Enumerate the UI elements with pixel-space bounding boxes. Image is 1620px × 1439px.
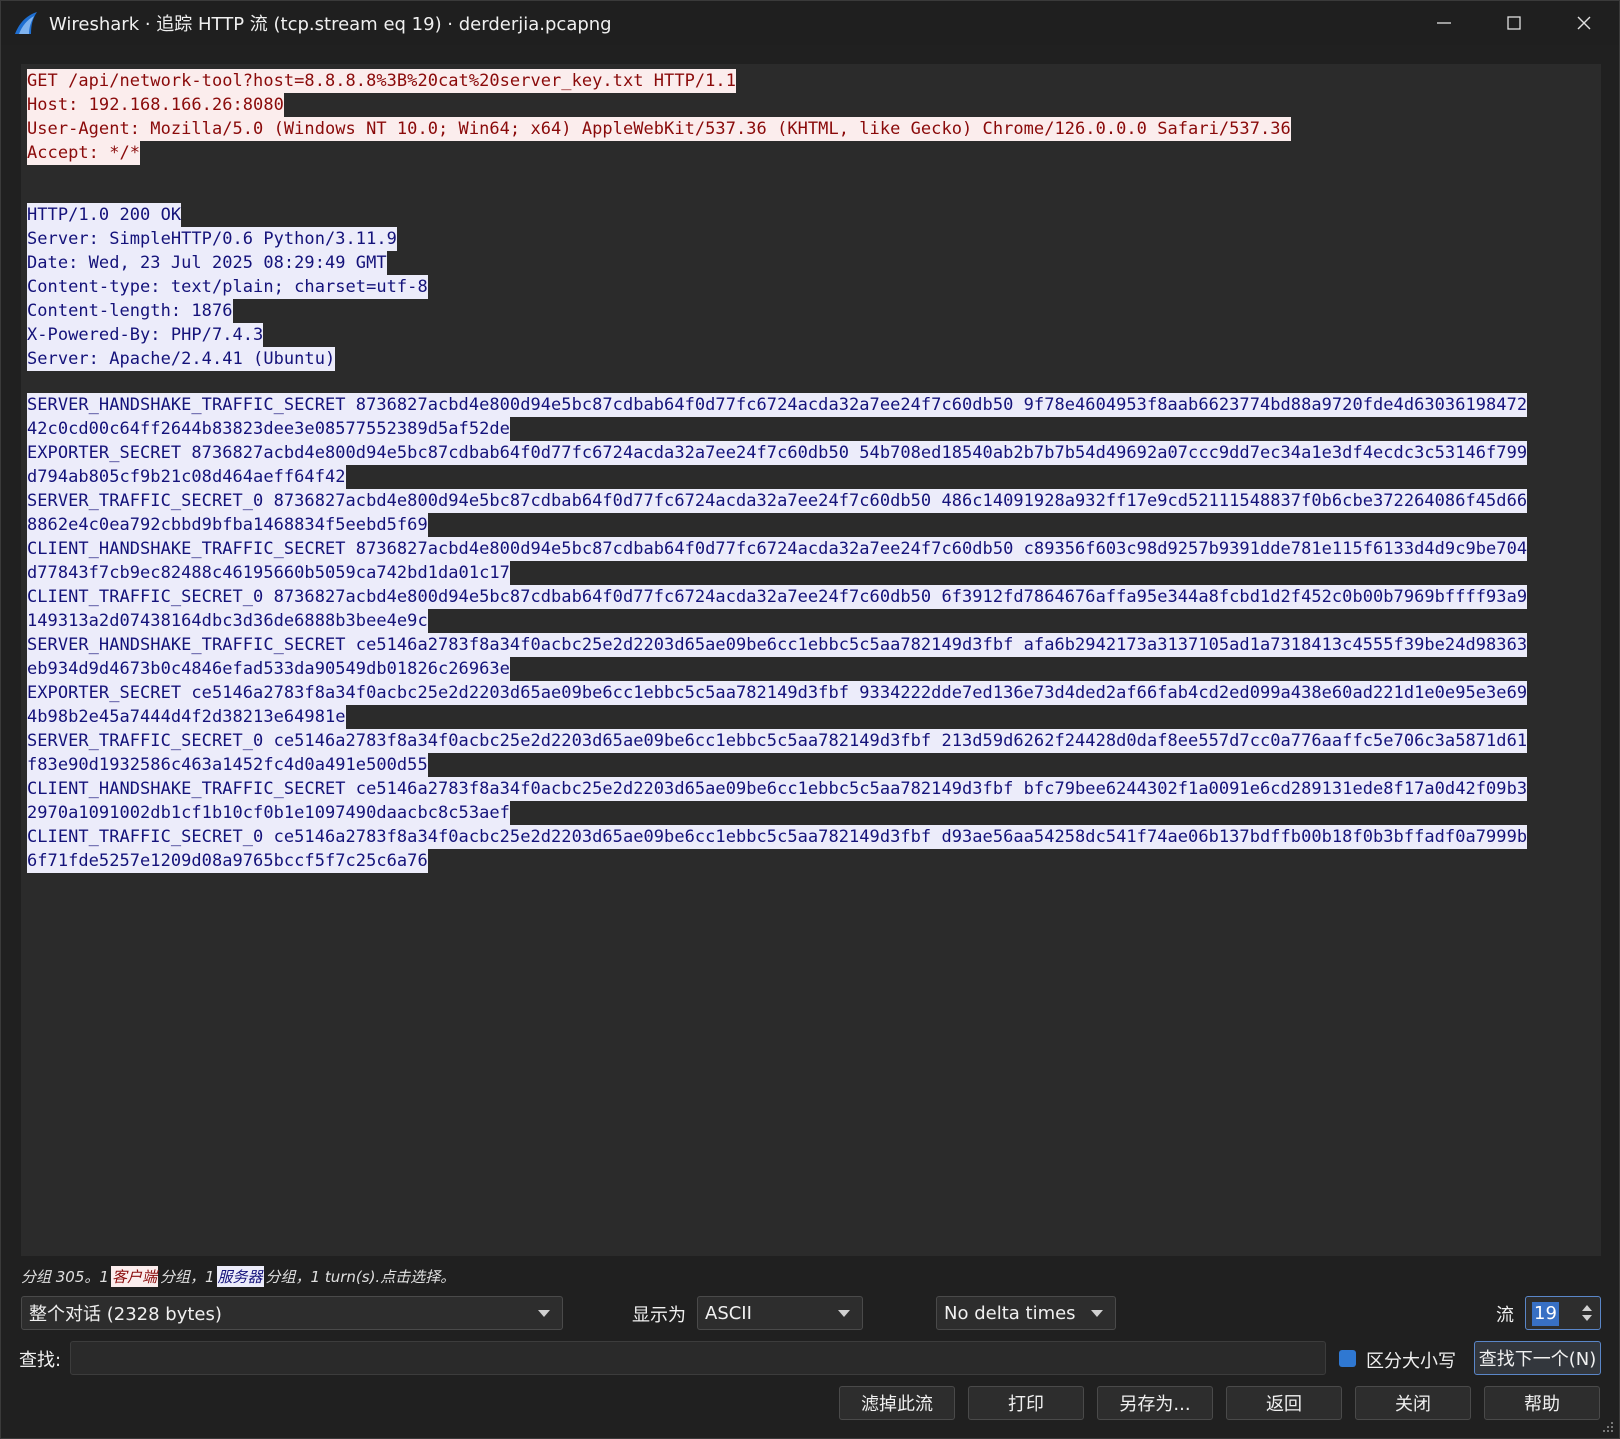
status-prefix: 分组 305。1 [21,1268,109,1286]
server-body-line: 2970a1091002db1cf1b10cf0b1e1097490daacbc… [27,801,510,825]
wireshark-fin-icon [15,12,37,34]
chevron-down-icon [538,1310,550,1317]
server-body-line: 149313a2d07438164dbc3d36de6888b3bee4e9c [27,609,428,633]
client-line: GET /api/network-tool?host=8.8.8.8%3B%20… [27,69,736,93]
status-middle: 分组，1 [159,1268,215,1286]
stream-number-value: 19 [1532,1302,1559,1326]
help-label: 帮助 [1524,1394,1560,1415]
help-button[interactable]: 帮助 [1484,1386,1600,1420]
server-body-line: SERVER_HANDSHAKE_TRAFFIC_SECRET ce5146a2… [27,633,1528,657]
close-window-button[interactable] [1549,1,1619,45]
server-body-line: eb934d9d4673b0c4846efad533da90549db01826… [27,657,510,681]
close-button[interactable]: 关闭 [1355,1386,1471,1420]
title-bar[interactable]: Wireshark · 追踪 HTTP 流 (tcp.stream eq 19)… [1,1,1619,45]
print-label: 打印 [1008,1394,1044,1415]
spin-up-icon[interactable] [1582,1305,1592,1311]
server-header-line: HTTP/1.0 200 OK [27,203,182,227]
stream-label: 流 [1496,1305,1514,1326]
server-body-line: f83e90d1932586c463a1452fc4d0a491e500d55 [27,753,428,777]
delta-times-value: No delta times [944,1302,1076,1324]
stream-content-pane[interactable]: GET /api/network-tool?host=8.8.8.8%3B%20… [21,64,1601,1256]
server-body-line: CLIENT_HANDSHAKE_TRAFFIC_SECRET ce5146a2… [27,777,1528,801]
server-badge: 服务器 [216,1266,264,1287]
client-line: Host: 192.168.166.26:8080 [27,93,284,117]
server-header-line: Content-type: text/plain; charset=utf-8 [27,275,428,299]
find-label: 查找: [19,1350,62,1371]
server-body-line: EXPORTER_SECRET ce5146a2783f8a34f0acbc25… [27,681,1528,705]
filter-out-button[interactable]: 滤掉此流 [839,1386,955,1420]
spin-down-icon[interactable] [1582,1315,1592,1321]
server-body-line: d77843f7cb9ec82488c46195660b5059ca742bd1… [27,561,510,585]
chevron-down-icon [838,1310,850,1317]
server-header-line: Content-length: 1876 [27,299,233,323]
maximize-button[interactable] [1479,1,1549,45]
print-button[interactable]: 打印 [968,1386,1084,1420]
show-as-select[interactable]: ASCII [697,1296,863,1330]
server-header-line: Server: Apache/2.4.41 (Ubuntu) [27,347,336,371]
case-sensitive-label: 区分大小写 [1366,1351,1456,1372]
server-header-line: X-Powered-By: PHP/7.4.3 [27,323,264,347]
chevron-down-icon [1091,1310,1103,1317]
resize-grip-icon[interactable] [1601,1420,1615,1434]
close-icon [1577,16,1591,30]
server-body-line: CLIENT_HANDSHAKE_TRAFFIC_SECRET 8736827a… [27,537,1528,561]
server-body-line: SERVER_TRAFFIC_SECRET_0 ce5146a2783f8a34… [27,729,1528,753]
find-next-label: 查找下一个(N) [1478,1349,1597,1370]
minimize-button[interactable] [1409,1,1479,45]
server-body-line: 6f71fde5257e1209d08a9765bccf5f7c25c6a76 [27,849,428,873]
client-line: User-Agent: Mozilla/5.0 (Windows NT 10.0… [27,117,1291,141]
stream-status-text[interactable]: 分组 305。1 客户端 分组，1 服务器 分组，1 turn(s).点击选择。 [21,1266,455,1287]
conversation-select-value: 整个对话 (2328 bytes) [29,1304,222,1325]
server-body-line: d794ab805cf9b21c08d464aeff64f42 [27,465,346,489]
back-button[interactable]: 返回 [1226,1386,1342,1420]
delta-times-select[interactable]: No delta times [936,1296,1116,1330]
server-body-line: CLIENT_TRAFFIC_SECRET_0 8736827acbd4e800… [27,585,1528,609]
server-body-line: SERVER_HANDSHAKE_TRAFFIC_SECRET 8736827a… [27,393,1528,417]
window-title: Wireshark · 追踪 HTTP 流 (tcp.stream eq 19)… [49,14,612,35]
server-body-line: 42c0cd00c64ff2644b83823dee3e08577552389d… [27,417,510,441]
status-suffix: 分组，1 turn(s).点击选择。 [265,1268,456,1286]
stream-number-spinbox[interactable]: 19 [1525,1296,1601,1330]
follow-stream-window: Wireshark · 追踪 HTTP 流 (tcp.stream eq 19)… [0,0,1620,1439]
server-header-line: Server: SimpleHTTP/0.6 Python/3.11.9 [27,227,397,251]
server-body-line: SERVER_TRAFFIC_SECRET_0 8736827acbd4e800… [27,489,1528,513]
client-line: Accept: */* [27,141,141,165]
filter-out-label: 滤掉此流 [861,1394,933,1415]
case-sensitive-checkbox[interactable] [1339,1350,1356,1367]
maximize-icon [1507,16,1521,30]
save-as-label: 另存为... [1119,1394,1191,1415]
server-body-line: 8862e4c0ea792cbbd9bfba1468834f5eebd5f69 [27,513,428,537]
find-next-button[interactable]: 查找下一个(N) [1474,1341,1601,1375]
back-label: 返回 [1266,1394,1302,1415]
client-badge: 客户端 [110,1266,158,1287]
minimize-icon [1437,22,1451,24]
find-input[interactable] [70,1341,1326,1375]
server-header-line: Date: Wed, 23 Jul 2025 08:29:49 GMT [27,251,387,275]
show-as-value: ASCII [705,1302,752,1324]
conversation-select[interactable]: 整个对话 (2328 bytes) [21,1296,563,1330]
server-body-line: 4b98b2e45a7444d4f2d38213e64981e [27,705,346,729]
server-body-line: CLIENT_TRAFFIC_SECRET_0 ce5146a2783f8a34… [27,825,1528,849]
show-as-label: 显示为 [632,1305,686,1326]
server-body-line: EXPORTER_SECRET 8736827acbd4e800d94e5bc8… [27,441,1528,465]
save-as-button[interactable]: 另存为... [1097,1386,1213,1420]
close-label: 关闭 [1395,1394,1431,1415]
